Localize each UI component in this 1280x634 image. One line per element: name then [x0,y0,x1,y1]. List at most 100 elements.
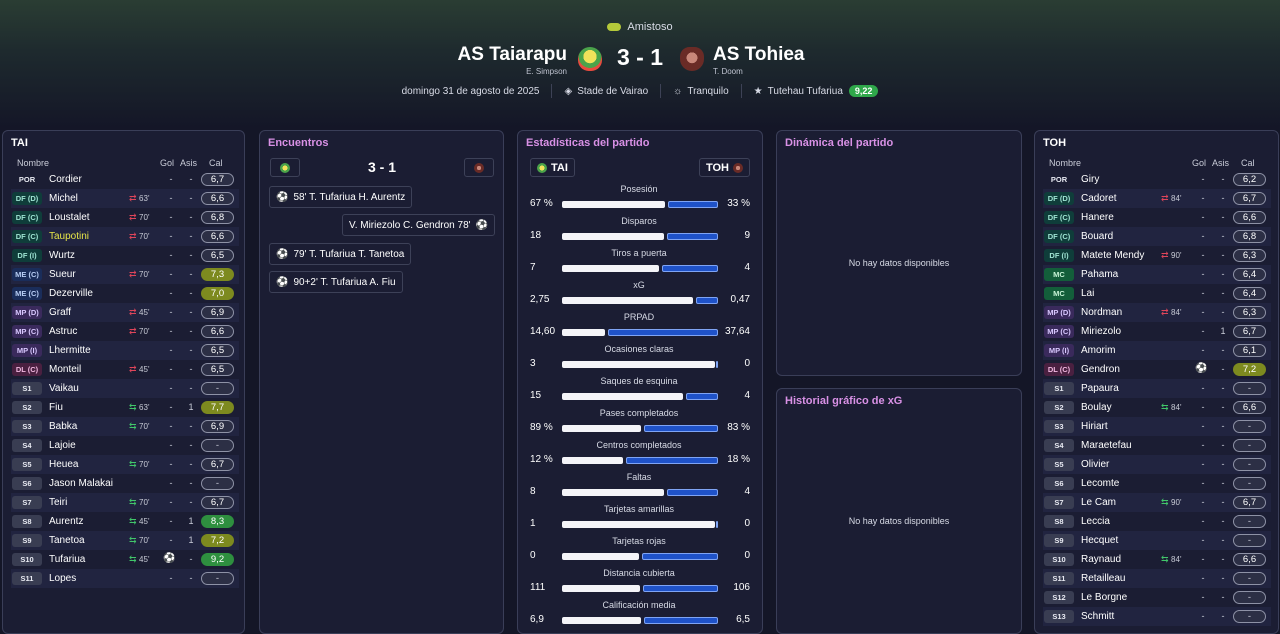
player-row[interactable]: MP (D) Graff ⇄ 45' - -6,9 [11,303,239,322]
player-row[interactable]: S2 Boulay ⇆ 84' - -6,6 [1043,398,1271,417]
home-team[interactable]: AS Taiarapu E. Simpson [458,44,567,76]
player-name[interactable]: Le Cam [1081,497,1116,508]
player-row[interactable]: DF (C) Bouard - -6,8 [1043,227,1271,246]
player-row[interactable]: S5 Heuea ⇆ 70' - -6,7 [11,455,239,474]
player-name[interactable]: Astruc [49,326,77,337]
player-row[interactable]: DF (C) Taupotini ⇄ 70' - -6,6 [11,227,239,246]
player-row[interactable]: S2 Fiu ⇆ 63' - 1 7,7 [11,398,239,417]
player-name[interactable]: Le Borgne [1081,592,1127,603]
away-crest-icon[interactable] [680,47,704,71]
player-name[interactable]: Loustalet [49,212,90,223]
player-name[interactable]: Graff [49,307,71,318]
player-row[interactable]: MP (C) Miriezolo - 1 6,7 [1043,322,1271,341]
player-row[interactable]: DF (C) Hanere - -6,6 [1043,208,1271,227]
player-name[interactable]: Leccia [1081,516,1110,527]
player-name[interactable]: Tufariua [49,554,85,565]
player-name[interactable]: Lhermitte [49,345,91,356]
player-row[interactable]: S5 Olivier - - - [1043,455,1271,474]
player-name[interactable]: Papaura [1081,383,1119,394]
goal-event[interactable]: ⚽ 90+2' T. Tufariua A. Fiu [269,271,403,293]
player-of-match[interactable]: Tutehau Tufariua [768,86,843,97]
player-row[interactable]: MP (C) Astruc ⇄ 70' - -6,6 [11,322,239,341]
player-row[interactable]: S11 Lopes - - - [11,569,239,588]
home-team-name[interactable]: AS Taiarapu [458,44,567,65]
player-name[interactable]: Lopes [49,573,76,584]
player-name[interactable]: Schmitt [1081,611,1114,622]
player-name[interactable]: Taupotini [49,231,89,242]
player-row[interactable]: DF (I) Matete Mendy ⇄ 90' - -6,3 [1043,246,1271,265]
goal-event[interactable]: ⚽ 79' T. Tufariua T. Tanetoa [269,243,412,265]
player-row[interactable]: S3 Babka ⇆ 70' - -6,9 [11,417,239,436]
player-row[interactable]: S1 Vaikau - - - [11,379,239,398]
player-row[interactable]: MP (I) Lhermitte - -6,5 [11,341,239,360]
player-row[interactable]: DL (C) Gendron ⚽ -7,2 [1043,360,1271,379]
player-name[interactable]: Nordman [1081,307,1122,318]
player-name[interactable]: Heuea [49,459,78,470]
player-name[interactable]: Lai [1081,288,1094,299]
player-row[interactable]: S7 Le Cam ⇆ 90' - -6,7 [1043,493,1271,512]
player-row[interactable]: S11 Retailleau - - - [1043,569,1271,588]
player-name[interactable]: Vaikau [49,383,79,394]
player-row[interactable]: ME (C) Sueur ⇄ 70' - -7,3 [11,265,239,284]
player-row[interactable]: S8 Leccia - - - [1043,512,1271,531]
player-name[interactable]: Aurentz [49,516,83,527]
player-row[interactable]: MP (I) Amorim - -6,1 [1043,341,1271,360]
player-row[interactable]: DF (D) Michel ⇄ 63' - -6,6 [11,189,239,208]
player-name[interactable]: Babka [49,421,77,432]
player-row[interactable]: POR Giry - -6,2 [1043,170,1271,189]
player-name[interactable]: Sueur [49,269,76,280]
player-name[interactable]: Lajoie [49,440,76,451]
player-row[interactable]: MC Pahama - -6,4 [1043,265,1271,284]
player-name[interactable]: Hecquet [1081,535,1118,546]
player-row[interactable]: DL (C) Monteil ⇄ 45' - -6,5 [11,360,239,379]
player-name[interactable]: Fiu [49,402,63,413]
player-name[interactable]: Maraetefau [1081,440,1132,451]
player-row[interactable]: S9 Hecquet - - - [1043,531,1271,550]
away-team-name[interactable]: AS Tohiea [713,44,805,65]
player-row[interactable]: S7 Teiri ⇆ 70' - -6,7 [11,493,239,512]
player-name[interactable]: Boulay [1081,402,1112,413]
goal-event[interactable]: V. Miriezolo C. Gendron 78' ⚽ [341,214,495,236]
player-name[interactable]: Cordier [49,174,82,185]
player-name[interactable]: Tanetoa [49,535,85,546]
player-name[interactable]: Jason Malakai [49,478,113,489]
player-name[interactable]: Matete Mendy [1081,250,1144,261]
away-team[interactable]: AS Tohiea T. Doom [713,44,805,76]
player-name[interactable]: Hiriart [1081,421,1108,432]
player-row[interactable]: MC Lai - -6,4 [1043,284,1271,303]
player-name[interactable]: Teiri [49,497,67,508]
player-name[interactable]: Monteil [49,364,81,375]
player-name[interactable]: Raynaud [1081,554,1121,565]
player-row[interactable]: POR Cordier - -6,7 [11,170,239,189]
home-crest-icon[interactable] [578,47,602,71]
player-row[interactable]: MP (D) Nordman ⇄ 84' - -6,3 [1043,303,1271,322]
player-row[interactable]: S9 Tanetoa ⇆ 70' - 1 7,2 [11,531,239,550]
player-name[interactable]: Retailleau [1081,573,1125,584]
player-row[interactable]: S3 Hiriart - - - [1043,417,1271,436]
away-coach[interactable]: T. Doom [713,67,805,76]
player-name[interactable]: Gendron [1081,364,1120,375]
player-row[interactable]: S4 Lajoie - - - [11,436,239,455]
player-row[interactable]: S10 Tufariua ⇆ 45' ⚽ -9,2 [11,550,239,569]
player-name[interactable]: Olivier [1081,459,1109,470]
player-name[interactable]: Bouard [1081,231,1113,242]
player-name[interactable]: Pahama [1081,269,1118,280]
player-row[interactable]: S8 Aurentz ⇆ 45' - 1 8,3 [11,512,239,531]
player-row[interactable]: S6 Jason Malakai - - - [11,474,239,493]
player-name[interactable]: Miriezolo [1081,326,1121,337]
player-row[interactable]: S6 Lecomte - - - [1043,474,1271,493]
player-row[interactable]: S10 Raynaud ⇆ 84' - -6,6 [1043,550,1271,569]
player-row[interactable]: DF (D) Cadoret ⇄ 84' - -6,7 [1043,189,1271,208]
player-name[interactable]: Cadoret [1081,193,1117,204]
player-row[interactable]: S12 Le Borgne - - - [1043,588,1271,607]
player-row[interactable]: S13 Schmitt - - - [1043,607,1271,626]
player-name[interactable]: Hanere [1081,212,1114,223]
player-name[interactable]: Amorim [1081,345,1115,356]
player-name[interactable]: Michel [49,193,78,204]
player-row[interactable]: S1 Papaura - - - [1043,379,1271,398]
player-name[interactable]: Dezerville [49,288,93,299]
home-coach[interactable]: E. Simpson [458,67,567,76]
player-name[interactable]: Giry [1081,174,1099,185]
player-row[interactable]: S4 Maraetefau - - - [1043,436,1271,455]
player-name[interactable]: Wurtz [49,250,75,261]
